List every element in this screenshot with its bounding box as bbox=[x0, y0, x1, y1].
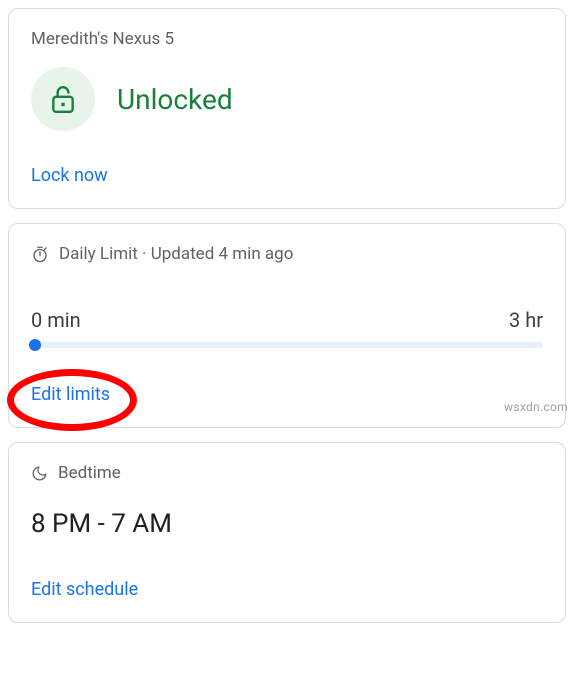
separator: · bbox=[142, 244, 151, 264]
stopwatch-icon bbox=[31, 245, 49, 263]
lock-status-row: Unlocked bbox=[31, 67, 543, 131]
bedtime-range: 8 PM - 7 AM bbox=[31, 509, 543, 539]
limit-min-label: 0 min bbox=[31, 308, 81, 332]
daily-limit-card: Daily Limit · Updated 4 min ago 0 min 3 … bbox=[8, 223, 566, 428]
bedtime-label: Bedtime bbox=[58, 463, 121, 483]
limit-progress-thumb bbox=[29, 339, 41, 351]
limit-max-label: 3 hr bbox=[509, 308, 543, 332]
lock-now-button[interactable]: Lock now bbox=[31, 165, 543, 186]
watermark-text: wsxdn.com bbox=[504, 400, 568, 414]
bedtime-header: Bedtime bbox=[31, 463, 543, 483]
bedtime-card: Bedtime 8 PM - 7 AM Edit schedule bbox=[8, 442, 566, 623]
lock-status-text: Unlocked bbox=[117, 83, 233, 116]
daily-limit-header: Daily Limit · Updated 4 min ago bbox=[31, 244, 543, 264]
lock-icon-circle bbox=[31, 67, 95, 131]
edit-limits-button[interactable]: Edit limits bbox=[31, 384, 110, 405]
daily-limit-label: Daily Limit · Updated 4 min ago bbox=[59, 244, 293, 264]
daily-limit-updated-text: Updated 4 min ago bbox=[151, 244, 294, 264]
limit-range-labels: 0 min 3 hr bbox=[31, 308, 543, 332]
daily-limit-title-text: Daily Limit bbox=[59, 244, 138, 264]
device-lock-card: Meredith's Nexus 5 Unlocked Lock now bbox=[8, 8, 566, 209]
unlock-icon bbox=[49, 84, 77, 114]
edit-schedule-button[interactable]: Edit schedule bbox=[31, 579, 543, 600]
moon-icon bbox=[31, 465, 48, 482]
limit-progress-track bbox=[31, 342, 543, 348]
device-title: Meredith's Nexus 5 bbox=[31, 29, 543, 49]
